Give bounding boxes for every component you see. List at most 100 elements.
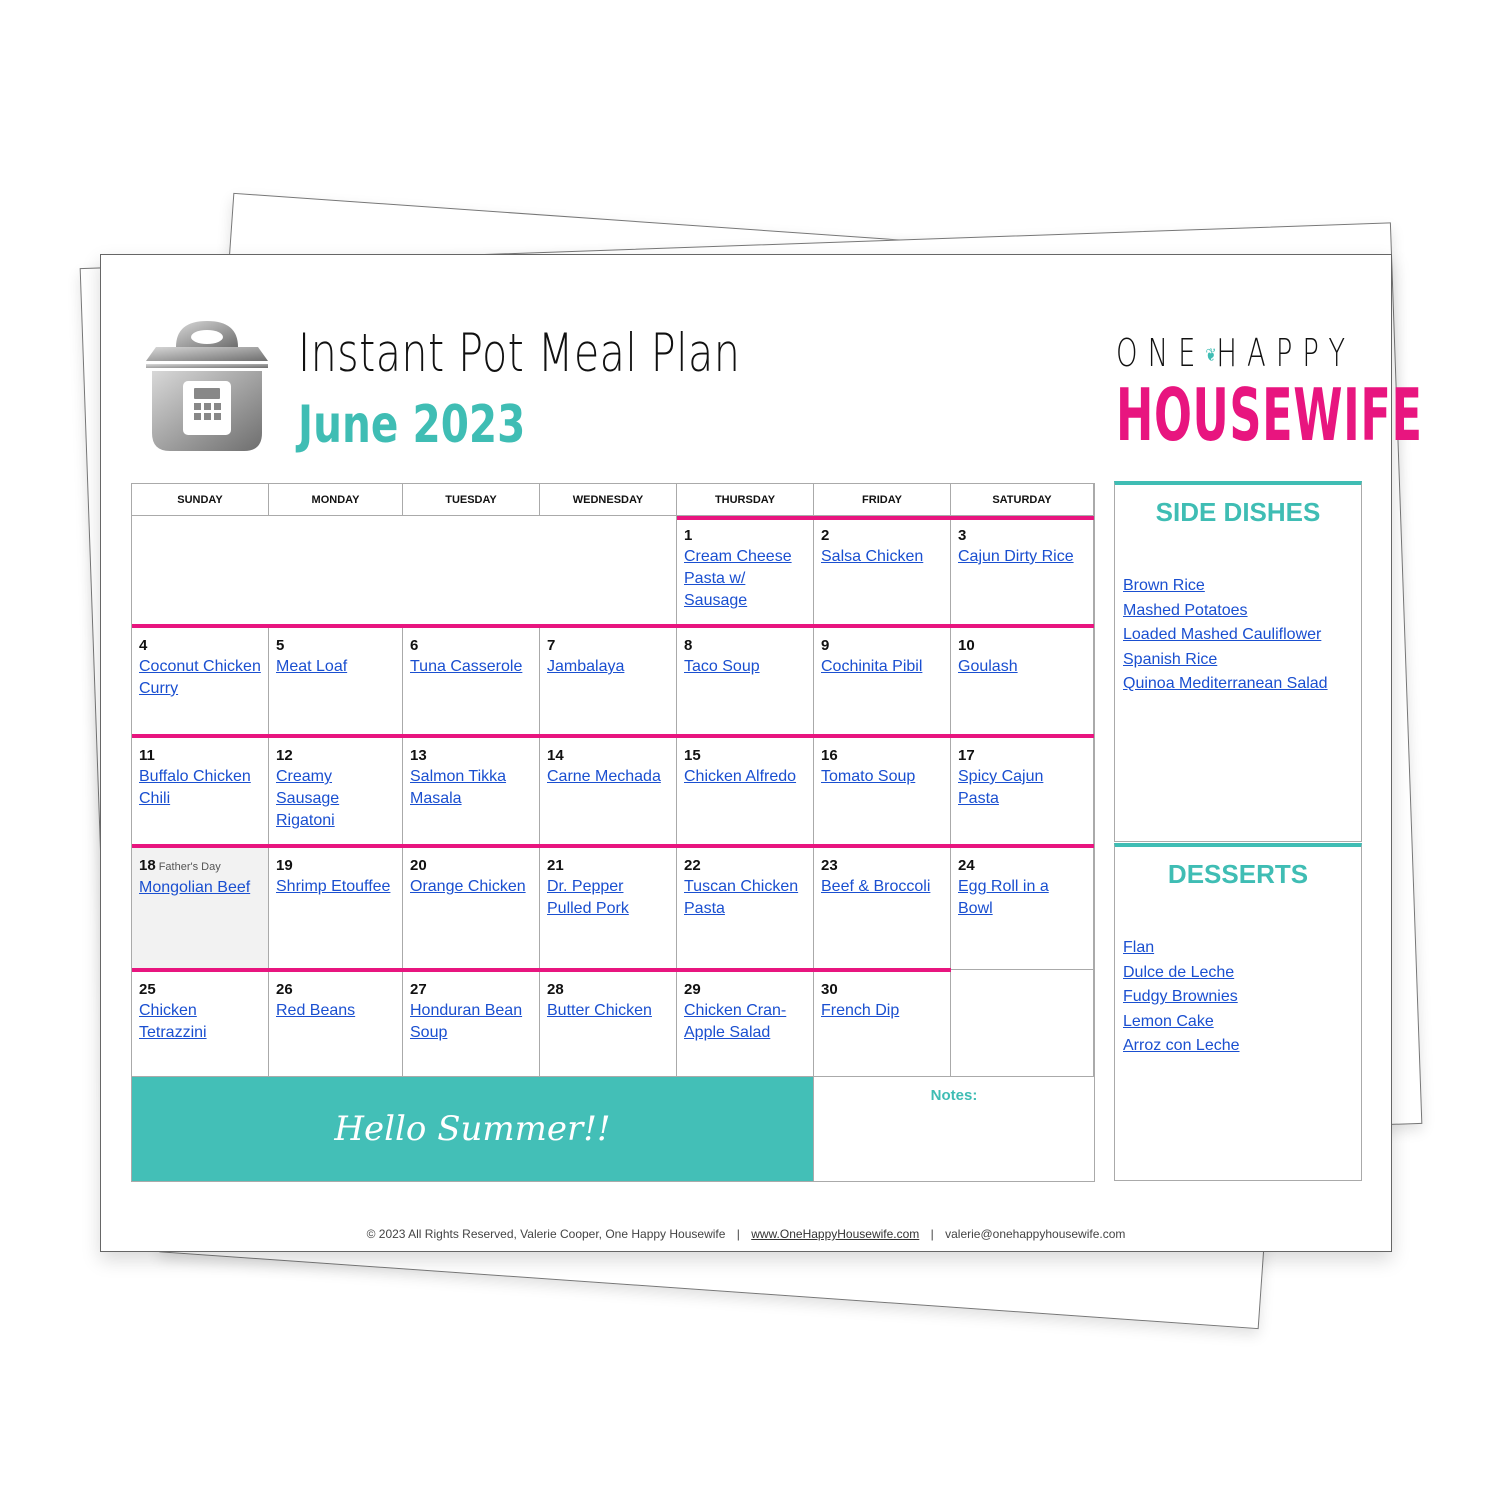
week-divider bbox=[132, 844, 1094, 848]
meal-link[interactable]: Beef & Broccoli bbox=[821, 876, 943, 898]
meal-link[interactable]: Honduran Bean Soup bbox=[410, 1000, 532, 1044]
day-number: 11 bbox=[139, 747, 155, 764]
email-text: valerie@onehappyhousewife.com bbox=[945, 1227, 1126, 1241]
side-dish-link[interactable]: Quinoa Mediterranean Salad bbox=[1123, 672, 1361, 697]
day-cell: 18 Father's Day Mongolian Beef bbox=[132, 846, 269, 970]
day-number: 3 bbox=[958, 527, 967, 544]
week-divider bbox=[677, 516, 1094, 520]
meal-link[interactable]: Jambalaya bbox=[547, 656, 669, 678]
dessert-link[interactable]: Dulce de Leche bbox=[1123, 961, 1361, 986]
meal-link[interactable]: Chicken Tetrazzini bbox=[139, 1000, 261, 1044]
logo-text-bottom: HOUSEWIFE bbox=[1116, 373, 1423, 457]
meal-link[interactable]: Buffalo Chicken Chili bbox=[139, 766, 261, 810]
meal-link[interactable]: Tuscan Chicken Pasta bbox=[684, 876, 806, 920]
meal-link[interactable]: Salsa Chicken bbox=[821, 546, 943, 568]
day-cell: 13 Salmon Tikka Masala bbox=[403, 736, 540, 846]
meal-link[interactable]: Tuna Casserole bbox=[410, 656, 532, 678]
day-number: 19 bbox=[276, 857, 293, 874]
day-number: 20 bbox=[410, 857, 427, 874]
day-cell: 26 Red Beans bbox=[269, 970, 403, 1077]
weekday-header-friday: FRIDAY bbox=[814, 484, 951, 516]
side-dishes-title: SIDE DISHES bbox=[1155, 497, 1321, 527]
meal-link[interactable]: Butter Chicken bbox=[547, 1000, 669, 1022]
day-cell: 9 Cochinita Pibil bbox=[814, 626, 951, 736]
day-number: 15 bbox=[684, 747, 701, 764]
day-number: 24 bbox=[958, 857, 975, 874]
day-cell: 29 Chicken Cran-Apple Salad bbox=[677, 970, 814, 1077]
day-cell: 16 Tomato Soup bbox=[814, 736, 951, 846]
day-number: 18 Father's Day bbox=[139, 857, 221, 874]
bow-icon: ❦ bbox=[1205, 345, 1217, 366]
notes-box[interactable]: Notes: bbox=[814, 1077, 1094, 1181]
day-number: 13 bbox=[410, 747, 427, 764]
dessert-link[interactable]: Fudgy Brownies bbox=[1123, 985, 1361, 1010]
meal-link[interactable]: Tomato Soup bbox=[821, 766, 943, 788]
week-divider bbox=[132, 624, 1094, 628]
meal-link[interactable]: Orange Chicken bbox=[410, 876, 532, 898]
day-cell: 24 Egg Roll in a Bowl bbox=[951, 846, 1094, 970]
day-number: 2 bbox=[821, 527, 830, 544]
side-dish-link[interactable]: Spanish Rice bbox=[1123, 648, 1361, 673]
meal-link[interactable]: Cajun Dirty Rice bbox=[958, 546, 1086, 568]
meal-plan-page: Instant Pot Meal Plan June 2023 ONE❦HAPP… bbox=[100, 254, 1422, 1252]
meal-link[interactable]: Coconut Chicken Curry bbox=[139, 656, 261, 700]
day-cell: 4 Coconut Chicken Curry bbox=[132, 626, 269, 736]
meal-link[interactable]: Meat Loaf bbox=[276, 656, 395, 678]
day-number: 21 bbox=[547, 857, 564, 874]
meal-link[interactable]: Cream Cheese Pasta w/ Sausage bbox=[684, 546, 806, 612]
meal-link[interactable]: Cochinita Pibil bbox=[821, 656, 943, 678]
meal-link[interactable]: French Dip bbox=[821, 1000, 943, 1022]
meal-link[interactable]: Shrimp Etouffee bbox=[276, 876, 395, 898]
day-cell: 19 Shrimp Etouffee bbox=[269, 846, 403, 970]
copyright-text: © 2023 All Rights Reserved, Valerie Coop… bbox=[366, 1227, 726, 1241]
meal-link[interactable]: Salmon Tikka Masala bbox=[410, 766, 532, 810]
day-cell: 3 Cajun Dirty Rice bbox=[951, 516, 1094, 626]
week-divider bbox=[132, 968, 951, 972]
meal-link[interactable]: Dr. Pepper Pulled Pork bbox=[547, 876, 669, 920]
day-cell: 22 Tuscan Chicken Pasta bbox=[677, 846, 814, 970]
meal-link[interactable]: Creamy Sausage Rigatoni bbox=[276, 766, 395, 832]
day-number: 29 bbox=[684, 981, 701, 998]
month-title: June 2023 bbox=[298, 395, 526, 455]
meal-link[interactable]: Carne Mechada bbox=[547, 766, 669, 788]
dessert-link[interactable]: Flan bbox=[1123, 936, 1361, 961]
day-number: 7 bbox=[547, 637, 556, 654]
day-number: 10 bbox=[958, 637, 975, 654]
day-cell: 1 Cream Cheese Pasta w/ Sausage bbox=[677, 516, 814, 626]
calendar-grid: Hello Summer!! Notes: SUNDAY MONDAY TUESDA… bbox=[131, 483, 1095, 1182]
meal-link[interactable]: Chicken Alfredo bbox=[684, 766, 806, 788]
meal-link[interactable]: Chicken Cran-Apple Salad bbox=[684, 1000, 806, 1044]
dessert-link[interactable]: Lemon Cake bbox=[1123, 1010, 1361, 1035]
meal-link[interactable]: Goulash bbox=[958, 656, 1086, 678]
day-cell: 17 Spicy Cajun Pasta bbox=[951, 736, 1094, 846]
side-dish-link[interactable]: Brown Rice bbox=[1123, 574, 1361, 599]
side-dish-link[interactable]: Mashed Potatoes bbox=[1123, 599, 1361, 624]
day-number: 6 bbox=[410, 637, 419, 654]
meal-link[interactable]: Spicy Cajun Pasta bbox=[958, 766, 1086, 810]
day-cell: 30 French Dip bbox=[814, 970, 951, 1077]
day-number: 17 bbox=[958, 747, 975, 764]
day-number: 27 bbox=[410, 981, 427, 998]
desserts-title: DESSERTS bbox=[1167, 859, 1309, 889]
day-cell: 20 Orange Chicken bbox=[403, 846, 540, 970]
weekday-header-tuesday: TUESDAY bbox=[403, 484, 540, 516]
weekday-header-wednesday: WEDNESDAY bbox=[540, 484, 677, 516]
day-cell: 2 Salsa Chicken bbox=[814, 516, 951, 626]
side-dish-link[interactable]: Loaded Mashed Cauliflower bbox=[1123, 623, 1361, 648]
weekday-header-thursday: THURSDAY bbox=[677, 484, 814, 516]
logo-text-top: ONE❦HAPPY bbox=[1116, 331, 1356, 375]
notes-label: Notes: bbox=[930, 1087, 978, 1104]
holiday-label: Father's Day bbox=[158, 861, 221, 873]
day-cell: 28 Butter Chicken bbox=[540, 970, 677, 1077]
website-link[interactable]: www.OneHappyHousewife.com bbox=[751, 1227, 919, 1241]
day-number: 8 bbox=[684, 637, 693, 654]
meal-link[interactable]: Red Beans bbox=[276, 1000, 395, 1022]
meal-link[interactable]: Egg Roll in a Bowl bbox=[958, 876, 1086, 920]
meal-link[interactable]: Taco Soup bbox=[684, 656, 806, 678]
day-cell: 23 Beef & Broccoli bbox=[814, 846, 951, 970]
day-number: 12 bbox=[276, 747, 293, 764]
day-number: 16 bbox=[821, 747, 838, 764]
dessert-link[interactable]: Arroz con Leche bbox=[1123, 1034, 1361, 1059]
day-cell: 6 Tuna Casserole bbox=[403, 626, 540, 736]
meal-link[interactable]: Mongolian Beef bbox=[139, 877, 261, 899]
